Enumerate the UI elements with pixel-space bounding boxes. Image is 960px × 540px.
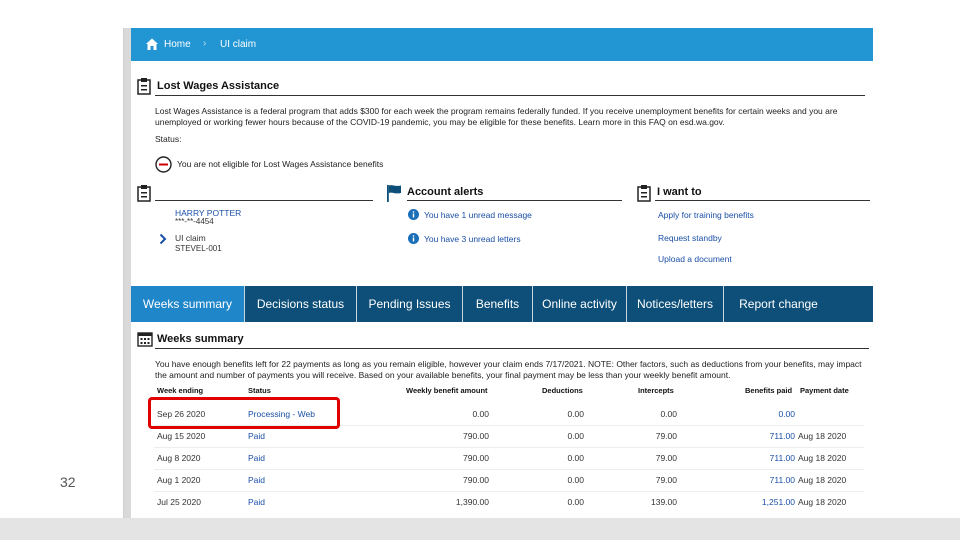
- not-eligible-icon: [155, 156, 172, 173]
- cell-week-ending: Aug 15 2020: [157, 431, 206, 441]
- frame-left-edge: [124, 28, 131, 518]
- cell-payment-date: Aug 18 2020: [798, 497, 847, 507]
- tab-benefits[interactable]: Benefits: [463, 286, 533, 322]
- cell-deductions: 0.00: [567, 497, 584, 507]
- profile-divider: [155, 200, 373, 201]
- cell-intercepts: 0.00: [660, 409, 677, 419]
- cell-deductions: 0.00: [567, 453, 584, 463]
- row-divider: [154, 491, 864, 492]
- lwa-description: Lost Wages Assistance is a federal progr…: [155, 106, 838, 127]
- i-want-to-title: I want to: [657, 186, 702, 198]
- breadcrumb-separator: ›: [203, 38, 207, 49]
- cell-status-link[interactable]: Paid: [248, 475, 265, 485]
- account-alerts-title: Account alerts: [407, 186, 484, 198]
- tab-decisions-status[interactable]: Decisions status: [245, 286, 357, 322]
- lwa-status-text: You are not eligible for Lost Wages Assi…: [177, 159, 384, 169]
- cell-payment-date: Aug 18 2020: [798, 453, 847, 463]
- chevron-right-icon[interactable]: [159, 233, 167, 245]
- cell-deductions: 0.00: [567, 475, 584, 485]
- profile-claim-id: STEVEL-001: [175, 244, 222, 253]
- weeks-summary-note: You have enough benefits left for 22 pay…: [155, 359, 862, 380]
- slide-footer-bar: [0, 518, 960, 540]
- tab-pending-issues[interactable]: Pending Issues: [357, 286, 463, 322]
- cell-status-link[interactable]: Paid: [248, 431, 265, 441]
- calendar-clipboard-icon: [137, 78, 151, 95]
- col-status: Status: [248, 386, 271, 395]
- breadcrumb-current[interactable]: UI claim: [220, 39, 256, 50]
- cell-weekly-amount: 790.00: [463, 453, 489, 463]
- cell-weekly-amount: 790.00: [463, 475, 489, 485]
- tab-notices-letters[interactable]: Notices/letters: [627, 286, 724, 322]
- breadcrumb-home-link[interactable]: Home: [164, 39, 191, 50]
- cell-weekly-amount: 790.00: [463, 431, 489, 441]
- cell-benefits-paid[interactable]: 1,251.00: [739, 497, 795, 507]
- clipboard-icon: [137, 185, 151, 202]
- col-week-ending: Week ending: [157, 386, 204, 395]
- cell-benefits-paid[interactable]: 711.00: [739, 431, 795, 441]
- tab-report-change[interactable]: Report change: [724, 286, 833, 322]
- screenshot-frame: Home › UI claim Lost Wages Assistance Lo…: [123, 28, 873, 518]
- apply-training-link[interactable]: Apply for training benefits: [658, 210, 754, 220]
- cell-intercepts: 79.00: [655, 431, 677, 441]
- cell-weekly-amount: 1,390.00: [455, 497, 489, 507]
- cell-status-link[interactable]: Paid: [248, 453, 265, 463]
- row-divider: [154, 447, 864, 448]
- col-deductions: Deductions: [542, 386, 583, 395]
- col-payment-date: Payment date: [800, 386, 849, 395]
- highlight-box: [148, 397, 340, 429]
- flag-icon: [387, 185, 401, 202]
- cell-intercepts: 79.00: [655, 453, 677, 463]
- calendar-icon: [137, 332, 153, 347]
- cell-status-link[interactable]: Paid: [248, 497, 265, 507]
- col-weekly-benefit-amount: Weekly benefit amount: [406, 386, 488, 395]
- tab-weeks-summary[interactable]: Weeks summary: [131, 286, 245, 322]
- cell-week-ending: Aug 8 2020: [157, 453, 201, 463]
- profile-ssn: ***-**-4454: [175, 217, 214, 226]
- top-navigation-bar: Home › UI claim: [131, 28, 873, 61]
- profile-claim-link[interactable]: UI claim: [175, 233, 206, 243]
- i-want-to-divider: [655, 200, 870, 201]
- cell-payment-date: Aug 18 2020: [798, 475, 847, 485]
- cell-deductions: 0.00: [567, 409, 584, 419]
- unread-letters-link[interactable]: You have 3 unread letters: [424, 234, 521, 244]
- row-divider: [154, 469, 864, 470]
- info-icon: [408, 233, 419, 244]
- tab-online-activity[interactable]: Online activity: [533, 286, 627, 322]
- unread-message-link[interactable]: You have 1 unread message: [424, 210, 532, 220]
- tab-bar: Weeks summary Decisions status Pending I…: [131, 286, 873, 322]
- lwa-title: Lost Wages Assistance: [157, 80, 280, 92]
- lwa-status-label: Status:: [155, 134, 182, 144]
- col-intercepts: Intercepts: [638, 386, 674, 395]
- cell-intercepts: 79.00: [655, 475, 677, 485]
- upload-document-link[interactable]: Upload a document: [658, 254, 732, 264]
- cell-week-ending: Jul 25 2020: [157, 497, 201, 507]
- col-benefits-paid: Benefits paid: [745, 386, 793, 395]
- weeks-summary-divider: [155, 348, 869, 349]
- lwa-divider: [155, 95, 865, 96]
- account-alerts-divider: [407, 200, 622, 201]
- slide-number: 32: [60, 474, 76, 490]
- cell-benefits-paid[interactable]: 711.00: [739, 475, 795, 485]
- cell-deductions: 0.00: [567, 431, 584, 441]
- weeks-summary-title: Weeks summary: [157, 333, 244, 345]
- cell-benefits-paid[interactable]: 0.00: [739, 409, 795, 419]
- request-standby-link[interactable]: Request standby: [658, 233, 722, 243]
- cell-payment-date: Aug 18 2020: [798, 431, 847, 441]
- home-icon[interactable]: [145, 37, 159, 51]
- cell-weekly-amount: 0.00: [472, 409, 489, 419]
- info-icon: [408, 209, 419, 220]
- clipboard-icon: [637, 185, 651, 202]
- cell-intercepts: 139.00: [651, 497, 677, 507]
- cell-benefits-paid[interactable]: 711.00: [739, 453, 795, 463]
- cell-week-ending: Aug 1 2020: [157, 475, 201, 485]
